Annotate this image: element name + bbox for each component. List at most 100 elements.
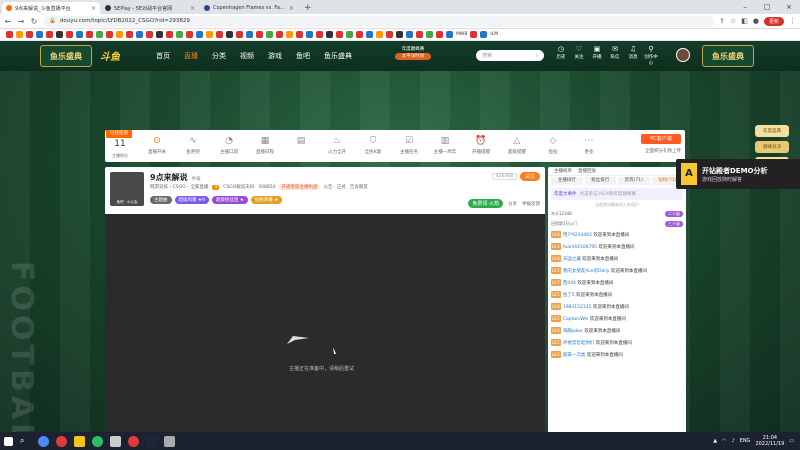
tab-replay[interactable]: 直播回放: [578, 168, 596, 174]
bookmark-icon[interactable]: [176, 31, 183, 38]
profile-icon[interactable]: ●: [753, 17, 759, 25]
wechat-icon[interactable]: [92, 435, 103, 447]
bookmark-icon[interactable]: [216, 31, 223, 38]
netease-icon[interactable]: [128, 435, 139, 447]
toolbar-item[interactable]: ▥ 主播一周年: [427, 136, 463, 155]
bookmark-icon[interactable]: [376, 31, 383, 38]
app-icon[interactable]: [56, 435, 67, 447]
back-icon[interactable]: ←: [4, 17, 12, 26]
bookmark-icon[interactable]: [426, 31, 433, 38]
bookmark-icon[interactable]: [36, 31, 43, 38]
toolbar-item[interactable]: ∿ 鱼吧吧: [175, 136, 211, 155]
bookmark-icon[interactable]: [26, 31, 33, 38]
bookmark-icon[interactable]: [416, 31, 423, 38]
url-field[interactable]: 🔒 douyu.com/topic/LYDB2022_CSGO?rid=29382…: [43, 15, 715, 27]
follow-stream-button[interactable]: 关注: [519, 172, 540, 181]
new-tab-button[interactable]: +: [299, 2, 317, 14]
bookmark-icon[interactable]: [126, 31, 133, 38]
volume-icon[interactable]: ♪: [731, 438, 734, 444]
bookmark-icon[interactable]: [470, 31, 478, 38]
menu-yuba[interactable]: 鱼吧: [296, 51, 310, 61]
app-icon[interactable]: [164, 435, 175, 447]
bookmark-icon[interactable]: [136, 31, 143, 38]
bookmark-icon[interactable]: [256, 31, 263, 38]
bookmark-icon[interactable]: [116, 31, 123, 38]
windows-start-icon[interactable]: [4, 436, 13, 446]
bookmark-icon[interactable]: [86, 31, 93, 38]
chrome-icon[interactable]: [38, 435, 49, 447]
notification-icon[interactable]: ▭: [789, 438, 794, 444]
browser-tab-douyu[interactable]: 9点来解说_斗鱼直播平台 ×: [2, 2, 100, 14]
steam-icon[interactable]: [146, 435, 157, 447]
festival-brand-left[interactable]: 鱼乐盛典: [40, 45, 92, 67]
user-avatar[interactable]: [676, 48, 690, 62]
event-notice[interactable]: 年度大事件 点击参与1024和年度巅峰赛: [551, 188, 683, 200]
bookmark-icon[interactable]: [146, 31, 153, 38]
side-event-item[interactable]: 巅峰对决: [755, 141, 789, 153]
maximize-icon[interactable]: □: [756, 0, 778, 14]
menu-live[interactable]: 直播: [184, 51, 198, 61]
close-window-icon[interactable]: ×: [778, 0, 800, 14]
follow-button[interactable]: ♡ 关注: [572, 46, 586, 67]
toolbar-item[interactable]: ⛉ 全民K歌: [355, 136, 391, 155]
bookmark-icon[interactable]: [366, 31, 373, 38]
tab-anchor-rank[interactable]: 主播排行: [551, 177, 583, 185]
toolbar-item[interactable]: △ 超级提醒: [499, 136, 535, 155]
rank-row[interactable]: 木头1234B 二十级: [551, 209, 683, 218]
bookmark-icon[interactable]: [336, 31, 343, 38]
close-icon[interactable]: ×: [190, 5, 195, 12]
search-icon[interactable]: ⌕: [535, 53, 538, 59]
noble-tag[interactable]: 开通贵族主播机会: [279, 184, 320, 190]
toolbar-item[interactable]: ⊙ 直播开关: [139, 136, 175, 155]
browser-tab-5eplay[interactable]: 5EPlay - 5E对战平台官网 ×: [101, 2, 199, 14]
toolbar-item[interactable]: ♨ 火力全开: [319, 136, 355, 155]
bookmark-icon[interactable]: [66, 31, 73, 38]
bookmark-icon[interactable]: [226, 31, 233, 38]
bookmark-icon[interactable]: [236, 31, 243, 38]
bookmark-icon[interactable]: [276, 31, 283, 38]
bookmark-icon[interactable]: [6, 31, 13, 38]
tag-diamond[interactable]: 钻粉荣耀 ★: [250, 196, 283, 204]
bookmark-ilm[interactable]: ILM: [490, 32, 498, 37]
video-player[interactable]: 主播正在准备中，请稍后重试: [105, 214, 545, 432]
bookmark-icon[interactable]: [386, 31, 393, 38]
bookmark-icon[interactable]: [46, 31, 53, 38]
update-button[interactable]: 更新: [763, 16, 784, 26]
tag-storm[interactable]: 超级风暴 ★9: [174, 196, 209, 204]
tell-friends-link[interactable]: 告诉朋友: [350, 184, 368, 190]
bookmark-icon[interactable]: [266, 31, 273, 38]
bookmark-icon[interactable]: [156, 31, 163, 38]
minimize-icon[interactable]: –: [734, 0, 756, 14]
bookmark-icon[interactable]: [286, 31, 293, 38]
history-button[interactable]: ◷ 历史: [554, 46, 568, 67]
menu-icon[interactable]: ⋮: [789, 17, 796, 25]
clock[interactable]: 21:04 2022/11/19: [755, 435, 784, 447]
bookmark-icon[interactable]: [326, 31, 333, 38]
forward-icon[interactable]: →: [17, 17, 25, 26]
rank-row[interactable]: 还得第1旦公门 三十级: [551, 219, 683, 228]
toolbar-item[interactable]: ▤: [283, 136, 319, 155]
app-icon[interactable]: [110, 435, 121, 447]
bookmark-icon[interactable]: [356, 31, 363, 38]
share-icon[interactable]: ⇪: [719, 17, 725, 25]
bookmark-icon[interactable]: [106, 31, 113, 38]
bookmark-icon[interactable]: [166, 31, 173, 38]
tab-vip[interactable]: 贵宾(71): [618, 177, 650, 185]
bookmark-icon[interactable]: [396, 31, 403, 38]
tab-fan-rank[interactable]: 粉丝排行: [584, 177, 616, 185]
bookmark-mwb[interactable]: MWB: [456, 32, 467, 37]
folder-icon[interactable]: [74, 435, 85, 447]
browser-tab-hltv[interactable]: Copenhagen Flames vs. Falco ×: [200, 2, 298, 14]
close-icon[interactable]: ×: [289, 5, 294, 12]
bookmark-icon[interactable]: [206, 31, 213, 38]
close-icon[interactable]: ×: [91, 5, 96, 12]
bookmark-icon[interactable]: [306, 31, 313, 38]
tray-icon[interactable]: ▲: [713, 438, 717, 444]
reload-icon[interactable]: ↻: [30, 17, 38, 26]
tag-theme[interactable]: 主题曲: [150, 196, 172, 204]
douyu-logo[interactable]: 斗鱼: [100, 48, 120, 63]
year-event-badge[interactable]: 年度巅峰赛 太平洋时间: [395, 46, 431, 66]
messages-button[interactable]: ✉ 私信: [608, 46, 622, 67]
bookmark-icon[interactable]: [296, 31, 303, 38]
bookmark-icon[interactable]: [76, 31, 83, 38]
